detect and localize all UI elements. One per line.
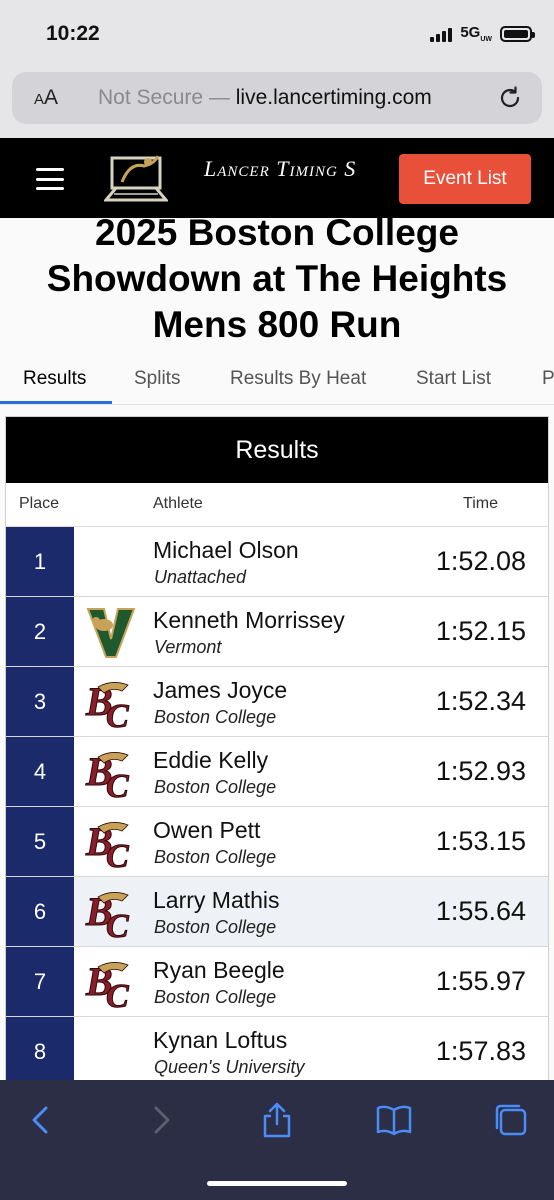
result-row[interactable]: 1 Michael Olson Unattached 1:52.08: [6, 527, 548, 597]
tab-overflow[interactable]: P: [542, 368, 554, 390]
page-title-line2: Showdown at The Heights: [46, 258, 508, 299]
athlete-team: Vermont: [154, 637, 222, 657]
athlete-team: Queen's University: [154, 1057, 305, 1077]
bookmarks-icon[interactable]: [374, 1100, 414, 1140]
athlete-team: Boston College: [154, 847, 277, 867]
column-place: Place: [19, 495, 60, 512]
share-icon[interactable]: [257, 1100, 297, 1140]
athlete-name[interactable]: Michael Olson: [153, 537, 299, 564]
athlete-name[interactable]: Eddie Kelly: [153, 747, 268, 774]
athlete-team: Boston College: [154, 987, 277, 1007]
text-size-button[interactable]: AA: [34, 86, 58, 110]
result-row[interactable]: 4 B C Eddie Kelly Boston College 1:52.93: [6, 737, 548, 807]
svg-text:C: C: [106, 978, 129, 1011]
forward-icon[interactable]: [140, 1100, 180, 1140]
browser-top-chrome: 10:22 5GUW AA Not Secure — live.lancerti…: [0, 0, 554, 138]
result-time: 1:52.34: [435, 686, 526, 716]
tab-results-by-heat[interactable]: Results By Heat: [230, 368, 366, 390]
athlete-name[interactable]: Kynan Loftus: [153, 1027, 287, 1054]
tabs-icon[interactable]: [491, 1100, 531, 1140]
network-label: 5GUW: [460, 24, 492, 43]
svg-text:C: C: [106, 768, 129, 801]
page-title: 2025 Boston College Showdown at The Heig…: [0, 210, 554, 348]
place-badge: 4: [6, 737, 74, 806]
result-time: 1:53.15: [435, 826, 526, 856]
tab-splits[interactable]: Splits: [134, 368, 180, 390]
place-badge: 8: [6, 1017, 74, 1086]
result-time: 1:55.97: [435, 966, 526, 996]
athlete-team: Boston College: [154, 707, 277, 727]
event-list-button[interactable]: Event List: [399, 154, 531, 204]
place-badge: 2: [6, 597, 74, 666]
boston-college-logo-icon: BC: [82, 813, 140, 876]
result-time: 1:52.15: [435, 616, 526, 646]
status-indicators: 5GUW: [430, 24, 535, 43]
boston-college-logo-icon: BC: [82, 883, 140, 946]
results-rows: 1 Michael Olson Unattached 1:52.08 2 Kenneth …: [6, 527, 548, 1087]
result-time: 1:52.08: [435, 546, 526, 576]
vermont-logo-icon: [82, 603, 140, 661]
tab-bar: Results Splits Results By Heat Start Lis…: [0, 360, 554, 404]
results-card: Results Place Athlete Time 1 Michael Olso…: [5, 416, 549, 1116]
result-time: 1:55.64: [435, 896, 526, 926]
tab-results[interactable]: Results: [23, 368, 86, 390]
reload-icon[interactable]: [496, 84, 524, 112]
column-time: Time: [463, 495, 498, 512]
address-bar[interactable]: AA Not Secure — live.lancertiming.com: [12, 72, 542, 124]
svg-text:C: C: [106, 908, 129, 941]
athlete-name[interactable]: Kenneth Morrissey: [153, 607, 345, 634]
boston-college-logo-icon: BC: [82, 743, 140, 806]
place-badge: 7: [6, 947, 74, 1016]
result-row[interactable]: 6 B C Larry Mathis Boston College 1:55.64: [6, 877, 548, 947]
result-row[interactable]: 7 B C Ryan Beegle Boston College 1:55.97: [6, 947, 548, 1017]
place-badge: 6: [6, 877, 74, 946]
menu-icon[interactable]: [36, 168, 64, 190]
svg-text:C: C: [106, 838, 129, 871]
result-time: 1:52.93: [435, 756, 526, 786]
athlete-name[interactable]: Ryan Beegle: [153, 957, 285, 984]
athlete-name[interactable]: James Joyce: [153, 677, 287, 704]
result-time: 1:57.83: [435, 1036, 526, 1066]
results-header: Results: [6, 417, 548, 483]
athlete-team: Unattached: [154, 567, 247, 587]
tabs-divider: [0, 404, 554, 405]
boston-college-logo-icon: BC: [82, 673, 140, 736]
site-logo-text: Lancer Timing S: [204, 156, 357, 181]
page-title-line3: Mens 800 Run: [152, 304, 402, 345]
boston-college-logo-icon: BC: [82, 953, 140, 1016]
battery-icon: [500, 25, 535, 42]
back-icon[interactable]: [22, 1100, 62, 1140]
athlete-team: Boston College: [154, 917, 277, 937]
athlete-team: Boston College: [154, 777, 277, 797]
result-row[interactable]: 8 Kynan Loftus Queen's University 1:57.83: [6, 1017, 548, 1087]
tab-start-list[interactable]: Start List: [416, 368, 491, 390]
results-column-headers: Place Athlete Time: [6, 483, 548, 527]
url-text[interactable]: Not Secure — live.lancertiming.com: [98, 86, 432, 110]
not-secure-label: Not Secure —: [98, 86, 230, 109]
url-domain: live.lancertiming.com: [235, 86, 432, 109]
athlete-name[interactable]: Owen Pett: [153, 817, 260, 844]
place-badge: 3: [6, 667, 74, 736]
column-athlete: Athlete: [153, 495, 203, 512]
athlete-name[interactable]: Larry Mathis: [153, 887, 280, 914]
site-header: Lancer Timing S Event List: [0, 138, 554, 218]
result-row[interactable]: 5 B C Owen Pett Boston College 1:53.15: [6, 807, 548, 877]
home-indicator: [207, 1181, 347, 1186]
signal-icon: [430, 26, 453, 42]
result-row[interactable]: 2 Kenneth Morrissey Vermont 1:52.15: [6, 597, 548, 667]
place-badge: 1: [6, 527, 74, 596]
place-badge: 5: [6, 807, 74, 876]
status-time: 10:22: [46, 22, 100, 45]
page-title-line1: 2025 Boston College: [95, 212, 459, 253]
result-row[interactable]: 3 B C James Joyce Boston College 1:52.34: [6, 667, 548, 737]
lancer-logo-icon[interactable]: [104, 152, 168, 204]
svg-text:C: C: [106, 698, 129, 731]
